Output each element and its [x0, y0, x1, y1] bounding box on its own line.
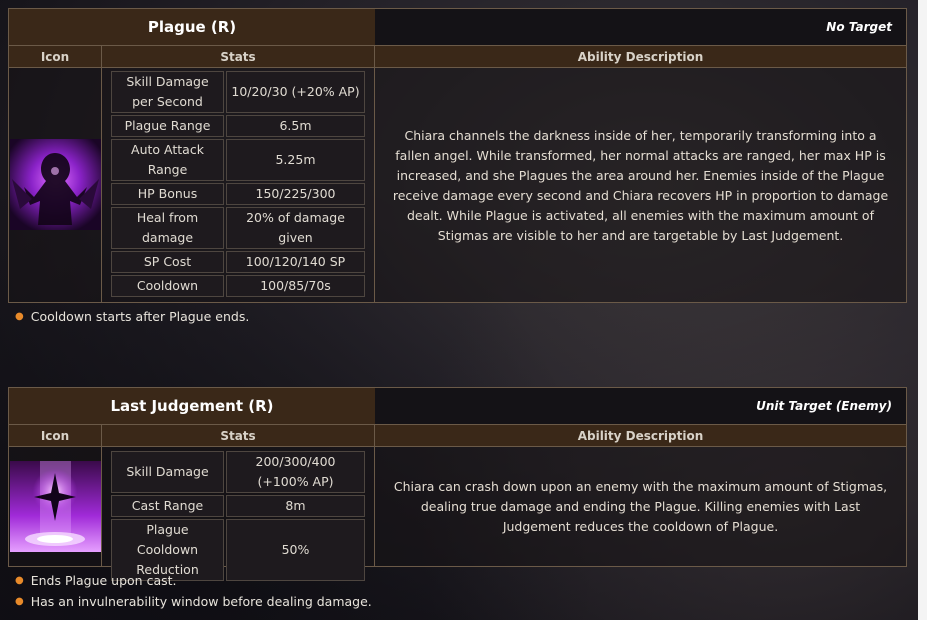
- icon-cell: [9, 447, 102, 567]
- stat-label: Heal from damage: [111, 207, 224, 249]
- stat-label: HP Bonus: [111, 183, 224, 205]
- ability-description: Chiara channels the darkness inside of h…: [392, 127, 889, 243]
- stat-label: Skill Damage per Second: [111, 71, 224, 113]
- note-item: ● Ends Plague upon cast.: [15, 570, 372, 591]
- last-judgement-icon: [10, 461, 101, 552]
- stat-label: Skill Damage: [111, 451, 224, 493]
- column-header-row: Icon Stats Ability Description: [9, 45, 906, 68]
- column-header-description: Ability Description: [577, 428, 704, 443]
- skill-target-type: No Target: [375, 9, 906, 45]
- column-header-row: Icon Stats Ability Description: [9, 424, 906, 447]
- plague-icon: [10, 139, 101, 230]
- stats-cell: Skill Damage 200/300/400 (+100% AP) Cast…: [102, 447, 375, 581]
- stats-cell: Skill Damage per Second 10/20/30 (+20% A…: [102, 68, 375, 303]
- icon-cell: [9, 68, 102, 303]
- stat-value: 6.5m: [226, 115, 365, 137]
- bullet-icon: ●: [15, 311, 24, 322]
- skill-notes: ● Ends Plague upon cast. ● Has an invuln…: [15, 570, 372, 612]
- stat-value: 20% of damage given: [226, 207, 365, 249]
- stat-row: Cooldown 100/85/70s: [111, 275, 365, 297]
- skill-table-plague: Plague (R) No Target Icon Stats Ability …: [8, 8, 907, 303]
- stats-table: Skill Damage 200/300/400 (+100% AP) Cast…: [109, 449, 367, 583]
- bullet-icon: ●: [15, 575, 24, 586]
- stat-row: Skill Damage 200/300/400 (+100% AP): [111, 451, 365, 493]
- description-cell: Chiara can crash down upon an enemy with…: [375, 447, 906, 567]
- column-header-icon: Icon: [9, 46, 102, 67]
- stat-row: Plague Range 6.5m: [111, 115, 365, 137]
- skill-title: Last Judgement (R): [9, 388, 376, 424]
- stat-row: SP Cost 100/120/140 SP: [111, 251, 365, 273]
- stat-value: 5.25m: [226, 139, 365, 181]
- stat-label: Auto Attack Range: [111, 139, 224, 181]
- stat-value: 150/225/300: [226, 183, 365, 205]
- stat-label: SP Cost: [111, 251, 224, 273]
- skill-header-row: Last Judgement (R) Unit Target (Enemy): [9, 388, 906, 424]
- stat-value: 8m: [226, 495, 365, 517]
- stat-row: Skill Damage per Second 10/20/30 (+20% A…: [111, 71, 365, 113]
- stat-value: 200/300/400 (+100% AP): [226, 451, 365, 493]
- note-item: ● Cooldown starts after Plague ends.: [15, 306, 249, 327]
- stats-table: Skill Damage per Second 10/20/30 (+20% A…: [109, 69, 367, 299]
- scroll-edge: [918, 0, 927, 620]
- column-header-description: Ability Description: [577, 49, 704, 64]
- stat-value: 10/20/30 (+20% AP): [226, 71, 365, 113]
- column-header-stats: Stats: [102, 425, 375, 446]
- note-text: Cooldown starts after Plague ends.: [30, 309, 250, 324]
- stat-value: 100/85/70s: [226, 275, 365, 297]
- column-header-icon: Icon: [9, 425, 102, 446]
- stat-row: Auto Attack Range 5.25m: [111, 139, 365, 181]
- description-cell: Chiara channels the darkness inside of h…: [375, 68, 906, 303]
- ability-description: Chiara can crash down upon an enemy with…: [393, 479, 888, 534]
- skill-notes: ● Cooldown starts after Plague ends.: [15, 306, 249, 327]
- skill-target-type: Unit Target (Enemy): [375, 388, 906, 424]
- skill-title: Plague (R): [9, 9, 376, 45]
- stat-label: Plague Range: [111, 115, 224, 137]
- stat-row: HP Bonus 150/225/300: [111, 183, 365, 205]
- note-text: Has an invulnerability window before dea…: [30, 594, 372, 609]
- bullet-icon: ●: [15, 596, 24, 607]
- note-item: ● Has an invulnerability window before d…: [15, 591, 372, 612]
- column-header-stats: Stats: [102, 46, 375, 67]
- skill-header-row: Plague (R) No Target: [9, 9, 906, 45]
- stat-label: Cast Range: [111, 495, 224, 517]
- stat-row: Heal from damage 20% of damage given: [111, 207, 365, 249]
- stat-label: Cooldown: [111, 275, 224, 297]
- skill-body-row: Skill Damage per Second 10/20/30 (+20% A…: [9, 68, 906, 303]
- skill-body-row: Skill Damage 200/300/400 (+100% AP) Cast…: [9, 447, 906, 581]
- note-text: Ends Plague upon cast.: [30, 573, 177, 588]
- stat-row: Cast Range 8m: [111, 495, 365, 517]
- skill-table-last-judgement: Last Judgement (R) Unit Target (Enemy) I…: [8, 387, 907, 581]
- stat-value: 100/120/140 SP: [226, 251, 365, 273]
